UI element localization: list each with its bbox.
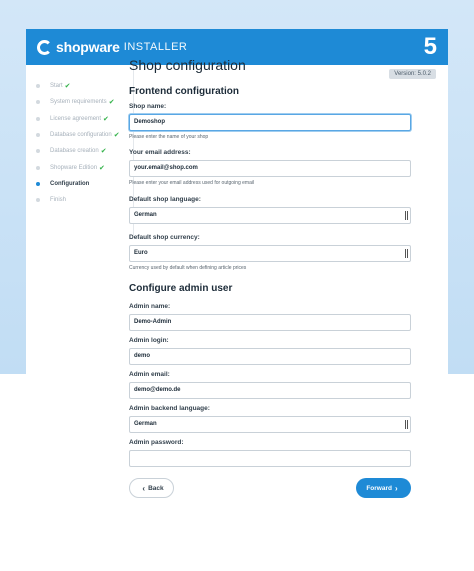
- checkmark-icon: ✔: [64, 83, 71, 91]
- step-item-license-agreement: License agreement ✔: [36, 111, 120, 127]
- shop-language-value: German: [134, 212, 157, 218]
- email-field: Your email address: your.email@shop.com …: [129, 149, 412, 186]
- shop-currency-label: Default shop currency:: [129, 234, 200, 241]
- admin-name-field: Admin name: Demo-Admin: [129, 303, 412, 331]
- version-number: 5: [423, 33, 437, 60]
- step-label: Database creation: [50, 148, 99, 155]
- admin-login-label: Admin login:: [129, 337, 169, 344]
- step-label: Database configuration: [50, 132, 112, 139]
- shop-currency-select[interactable]: Euro: [129, 245, 411, 262]
- step-item-shopware-edition: Shopware Edition ✔: [36, 159, 120, 175]
- admin-email-label: Admin email:: [129, 371, 170, 378]
- select-arrows-icon: [405, 249, 408, 258]
- step-item-finish: Finish: [36, 192, 120, 208]
- steps-sidebar: Start ✔ System requirements ✔ License agre…: [26, 65, 134, 235]
- step-label: Finish: [50, 197, 67, 204]
- step-item-start: Start ✔: [36, 78, 120, 94]
- checkmark-icon: ✔: [113, 132, 120, 140]
- admin-login-field: Admin login: demo: [129, 337, 412, 365]
- step-dot-icon: [36, 116, 40, 121]
- step-label: System requirements: [50, 99, 107, 106]
- step-dot-icon: [36, 133, 40, 138]
- step-dot-icon: [36, 100, 40, 105]
- step-item-database-configuration: Database configuration ✔: [36, 127, 120, 143]
- shop-language-label: Default shop language:: [129, 196, 201, 203]
- email-input[interactable]: your.email@shop.com: [129, 160, 411, 177]
- shop-currency-value: Euro: [134, 250, 148, 256]
- step-item-system-requirements: System requirements ✔: [36, 94, 120, 110]
- shop-language-field: Default shop language: German: [129, 196, 412, 224]
- configuration-form: Shop configuration Frontend configuratio…: [129, 57, 412, 467]
- back-button-label: Back: [148, 484, 164, 492]
- brand-name: shopware: [56, 39, 120, 55]
- admin-password-label: Admin password:: [129, 439, 184, 446]
- shop-name-help: Please enter the name of your shop: [129, 134, 209, 140]
- admin-backend-language-value: German: [134, 421, 157, 427]
- admin-password-field: Admin password:: [129, 439, 412, 467]
- select-arrows-icon: [405, 420, 408, 429]
- steps-list: Start ✔ System requirements ✔ License agre…: [36, 78, 120, 208]
- admin-email-input[interactable]: demo@demo.de: [129, 382, 411, 399]
- admin-login-input[interactable]: demo: [129, 348, 411, 365]
- checkmark-icon: ✔: [100, 148, 107, 156]
- checkmark-icon: ✔: [99, 164, 105, 172]
- shop-name-input[interactable]: Demoshop: [129, 114, 411, 131]
- page-title: Shop configuration: [129, 57, 246, 73]
- chevron-left-icon: ‹: [142, 483, 146, 493]
- forward-button[interactable]: Forward ›: [356, 478, 411, 498]
- admin-name-label: Admin name:: [129, 303, 171, 310]
- shop-name-field: Shop name: Demoshop Please enter the nam…: [129, 103, 412, 140]
- checkmark-icon: ✔: [103, 115, 109, 123]
- shopware-logo-icon: [37, 39, 52, 55]
- admin-email-field: Admin email: demo@demo.de: [129, 371, 412, 399]
- shop-currency-help: Currency used by default when defining a…: [129, 265, 247, 271]
- frontend-section-heading: Frontend configuration: [129, 86, 239, 97]
- step-label: Shopware Edition: [50, 164, 98, 171]
- forward-button-label: Forward: [366, 484, 392, 492]
- email-help: Please enter your email address used for…: [129, 180, 255, 186]
- step-dot-icon: [36, 198, 40, 203]
- admin-name-input[interactable]: Demo-Admin: [129, 314, 411, 331]
- checkmark-icon: ✔: [108, 99, 115, 107]
- admin-backend-language-label: Admin backend language:: [129, 405, 210, 412]
- admin-backend-language-select[interactable]: German: [129, 416, 411, 433]
- admin-password-input[interactable]: [129, 450, 411, 467]
- admin-section-heading: Configure admin user: [129, 283, 233, 294]
- shop-currency-field: Default shop currency: Euro Currency use…: [129, 234, 412, 271]
- shop-name-label: Shop name:: [129, 103, 167, 110]
- shop-language-select[interactable]: German: [129, 207, 411, 224]
- back-button[interactable]: ‹ Back: [129, 478, 174, 498]
- admin-backend-language-field: Admin backend language: German: [129, 405, 412, 433]
- chevron-right-icon: ›: [394, 483, 398, 493]
- step-label: Configuration: [50, 180, 90, 187]
- step-dot-icon: [36, 149, 40, 154]
- email-label: Your email address:: [129, 149, 191, 156]
- step-label: Start: [50, 83, 63, 90]
- step-dot-icon: [36, 165, 40, 170]
- select-arrows-icon: [405, 211, 408, 220]
- step-label: License agreement: [50, 115, 102, 122]
- installer-label: INSTALLER: [123, 41, 188, 53]
- step-item-configuration: Configuration: [36, 176, 120, 192]
- step-dot-active-icon: [36, 181, 40, 186]
- step-dot-icon: [36, 84, 40, 89]
- step-item-database-creation: Database creation ✔: [36, 143, 120, 159]
